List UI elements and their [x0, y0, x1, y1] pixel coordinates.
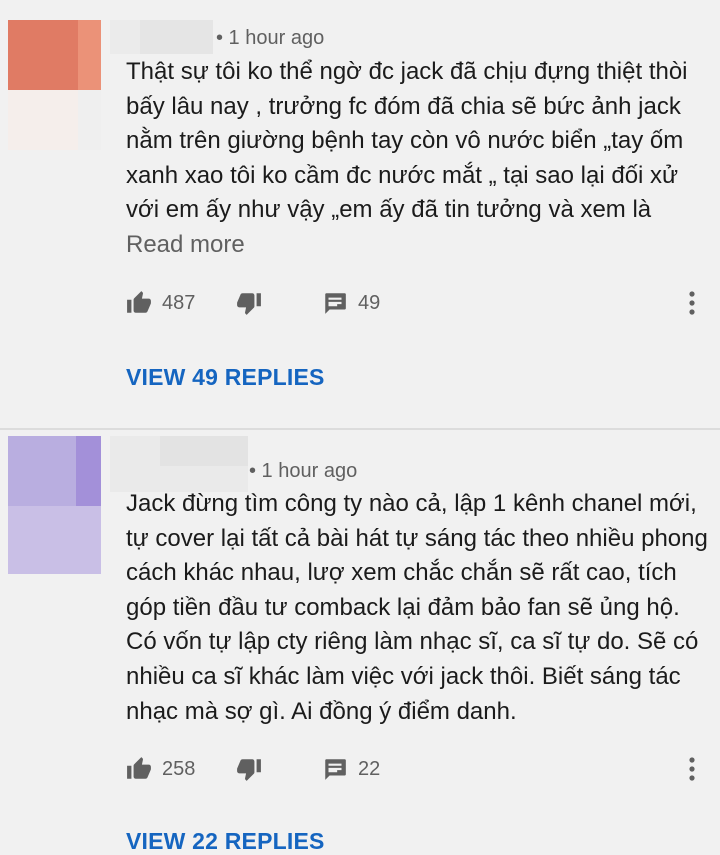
comment-2: • 1 hour ago Jack đừng tìm công ty nào c…: [0, 430, 720, 855]
comment-icon: [325, 759, 346, 780]
thumbs-up-icon: [127, 291, 151, 313]
comment-actions: 258 22: [126, 754, 706, 784]
username-redacted[interactable]: [110, 436, 248, 492]
more-vert-icon: [689, 291, 695, 315]
thumbs-up-icon: [127, 757, 151, 779]
like-count: 258: [162, 757, 196, 780]
thumbs-down-icon: [237, 759, 261, 781]
avatar[interactable]: [8, 20, 101, 150]
reply-button[interactable]: 22: [322, 754, 380, 784]
avatar[interactable]: [8, 436, 101, 574]
comment-icon: [325, 293, 346, 314]
view-replies-button[interactable]: VIEW 49 REPLIES: [126, 364, 325, 391]
comment-timestamp: • 1 hour ago: [249, 460, 358, 482]
username-redacted[interactable]: [110, 20, 213, 54]
comment-text: Jack đừng tìm công ty nào cả, lập 1 kênh…: [126, 490, 708, 725]
view-replies-button[interactable]: VIEW 22 REPLIES: [126, 828, 325, 855]
thumbs-down-icon: [237, 293, 261, 315]
reply-button[interactable]: 49: [322, 288, 380, 318]
like-button[interactable]: 487: [126, 288, 195, 318]
reply-count: 22: [358, 757, 381, 780]
like-count: 487: [162, 291, 196, 314]
dislike-button[interactable]: [236, 288, 262, 318]
comment-timestamp: • 1 hour ago: [216, 27, 325, 49]
more-options-button[interactable]: [682, 754, 702, 784]
dislike-button[interactable]: [236, 754, 262, 784]
more-options-button[interactable]: [682, 288, 702, 318]
more-vert-icon: [689, 757, 695, 781]
comment-1: • 1 hour ago Thật sự tôi ko thể ngờ đc j…: [0, 0, 720, 428]
read-more-link[interactable]: Read more: [126, 231, 245, 259]
comment-actions: 487 49: [126, 288, 706, 318]
reply-count: 49: [358, 291, 381, 314]
like-button[interactable]: 258: [126, 754, 195, 784]
